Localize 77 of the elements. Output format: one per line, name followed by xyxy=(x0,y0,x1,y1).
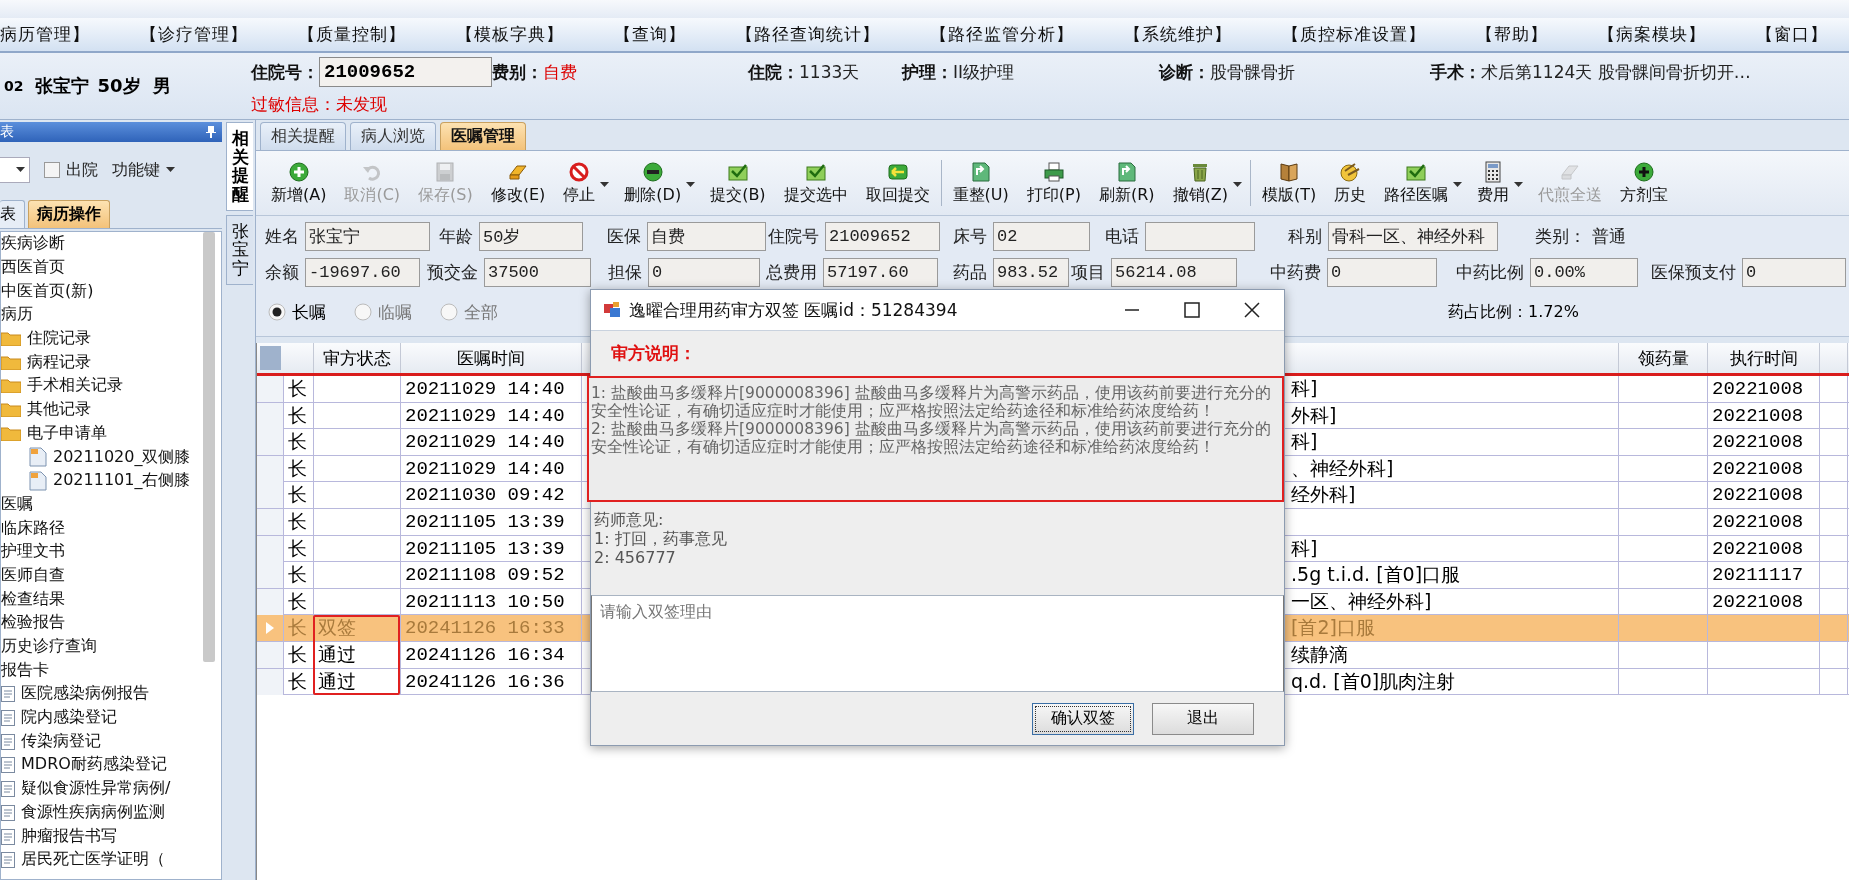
table-cell: 20221008 xyxy=(1708,535,1820,562)
table-cell: 20211029 14:40 xyxy=(401,402,582,429)
field-label: 中药比例 xyxy=(1455,261,1525,284)
dialog-title: 逸曜合理用药审方双签 医嘱id：51284394 xyxy=(629,298,958,322)
header-label: 诊断： xyxy=(1159,60,1210,84)
table-cell: 20211108 09:52 xyxy=(401,562,582,589)
field-label: 中药费 xyxy=(1269,261,1322,284)
table-cell: 20241126 16:34 xyxy=(401,641,582,668)
field-label: 担保 xyxy=(607,261,643,284)
field-label: 床号 xyxy=(952,225,988,248)
header-label: 护理： xyxy=(902,60,953,84)
bed-number: 02 xyxy=(4,78,24,94)
drug-ratio: 药占比例：1.72% xyxy=(1448,301,1579,323)
allergy-info: 过敏信息：未发现 xyxy=(251,93,388,116)
table-cell: 长 xyxy=(284,402,314,429)
patient-sex: 男 xyxy=(152,74,171,98)
field-label: 医保 xyxy=(606,225,642,248)
table-cell: 20211113 10:50 xyxy=(401,588,582,615)
table-cell: 20241126 16:33 xyxy=(401,615,582,642)
table-cell: 双签 xyxy=(314,615,401,642)
table-cell: 20211117 xyxy=(1708,562,1820,589)
table-cell: 20211105 13:39 xyxy=(401,535,582,562)
field-label: 类别： xyxy=(1534,225,1587,248)
pharmacist-title: 药师意见: xyxy=(594,510,665,529)
table-cell: 长 xyxy=(284,641,314,668)
checkbox-label: 出院 xyxy=(66,159,98,181)
header-label: 手术： xyxy=(1430,60,1481,84)
pharmacist-opinion: 1: 打回，药事意见 xyxy=(594,529,728,548)
field-label: 住院号 xyxy=(767,225,820,248)
field-label: 医保预支付 xyxy=(1650,261,1737,284)
admission-number-field: 21009652 xyxy=(319,57,492,87)
field-label: 科别 xyxy=(1287,225,1323,248)
table-cell: 长 xyxy=(284,482,314,509)
table-cell: 长 xyxy=(284,376,314,402)
field-label: 药品 xyxy=(952,261,988,284)
header-value: 术后第1124天 股骨髁间骨折切开… xyxy=(1481,60,1751,84)
table-cell: 长 xyxy=(284,429,314,456)
field-label: 姓名 xyxy=(264,225,300,248)
table-cell: 20241126 16:36 xyxy=(401,668,582,695)
header-label: 住院号： xyxy=(251,60,319,84)
table-cell: 20221008 xyxy=(1708,588,1820,615)
field-label: 项目 xyxy=(1070,261,1106,284)
header-value: II级护理 xyxy=(953,60,1015,84)
header-label: 住院： xyxy=(748,60,799,84)
table-cell: 通过 xyxy=(314,641,401,668)
table-cell: 长 xyxy=(284,588,314,615)
table-cell: 20221008 xyxy=(1708,376,1820,402)
patient-age: 50岁 xyxy=(97,74,141,98)
table-cell: 长 xyxy=(284,535,314,562)
table-cell: 20211029 14:40 xyxy=(401,429,582,456)
table-cell: 长 xyxy=(284,455,314,482)
table-cell: 通过 xyxy=(314,668,401,695)
header-value: 自费 xyxy=(543,60,577,84)
table-cell: 20221008 xyxy=(1708,455,1820,482)
header-value: 1133天 xyxy=(799,60,860,84)
field-label: 年龄 xyxy=(438,225,474,248)
patient-name: 张宝宁 xyxy=(35,74,90,98)
header-value: 股骨髁骨折 xyxy=(1210,60,1295,84)
field-label: 余额 xyxy=(264,261,300,284)
table-cell: 20211029 14:40 xyxy=(401,376,582,402)
table-cell: 20211030 09:42 xyxy=(401,482,582,509)
table-cell: 20211105 13:39 xyxy=(401,508,582,535)
table-cell: 20221008 xyxy=(1708,429,1820,456)
table-cell: 长 xyxy=(284,615,314,642)
table-cell: 20211029 14:40 xyxy=(401,455,582,482)
table-cell: 长 xyxy=(284,508,314,535)
field-label: 预交金 xyxy=(426,261,479,284)
table-cell: 长 xyxy=(284,562,314,589)
table-cell: 20221008 xyxy=(1708,402,1820,429)
table-cell: 20221008 xyxy=(1708,508,1820,535)
table-cell: 20221008 xyxy=(1708,482,1820,509)
header-label: 费别： xyxy=(492,60,543,84)
field-label: 总费用 xyxy=(765,261,818,284)
field-label: 电话 xyxy=(1104,225,1140,248)
table-cell: 长 xyxy=(284,668,314,695)
panel-title: 表 xyxy=(0,123,14,141)
field-value: 普通 xyxy=(1592,225,1626,248)
